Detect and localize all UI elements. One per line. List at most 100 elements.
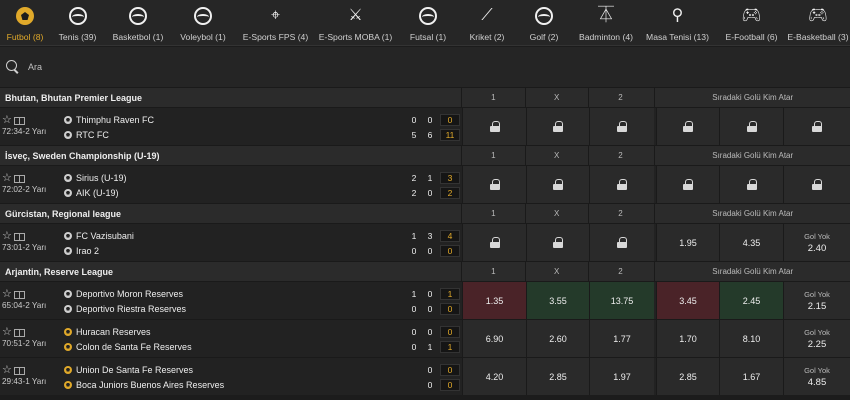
away-score-h2: 0 bbox=[427, 379, 433, 390]
odd-button[interactable]: 2.60 bbox=[526, 320, 589, 357]
odd-button[interactable]: 8.10 bbox=[719, 320, 783, 357]
away-score-h2: 0 bbox=[427, 303, 433, 314]
odd-button[interactable]: 1.35 bbox=[462, 282, 526, 319]
col-header-x: X bbox=[524, 262, 588, 281]
odd-button[interactable]: 2.85 bbox=[656, 358, 719, 395]
odd-value: 2.40 bbox=[807, 242, 827, 254]
away-team: RTC FC bbox=[64, 127, 154, 142]
match-row[interactable]: 73:01-2 YarıFC VazisubaniIrao 21340001.9… bbox=[0, 223, 850, 261]
stats-icon[interactable] bbox=[14, 117, 25, 125]
favorite-star-icon[interactable] bbox=[2, 173, 13, 184]
league-header: Bhutan, Bhutan Premier League 1 X 2 Sıradaki… bbox=[0, 87, 850, 107]
favorite-star-icon[interactable] bbox=[2, 231, 13, 242]
odd-button[interactable]: 6.90 bbox=[462, 320, 526, 357]
home-score-h2: 0 bbox=[427, 326, 433, 337]
odd-button[interactable]: 2.45 bbox=[719, 282, 783, 319]
match-row[interactable]: 72:02-2 Yarı Sirius (U-19) AIK (U-19) 213 20… bbox=[0, 165, 850, 203]
match-clock: 70:51-2 Yarı bbox=[2, 339, 47, 348]
sport-tab[interactable]: Basketbol (1) bbox=[105, 0, 171, 45]
home-score-h2: 0 bbox=[427, 288, 433, 299]
sport-tab[interactable]: Futbol (8) bbox=[0, 0, 50, 45]
sport-tab[interactable]: ⏄ Badminton (4) bbox=[575, 0, 637, 45]
odd-label: Gol Yok bbox=[804, 327, 830, 337]
home-score-total: 0 bbox=[440, 363, 460, 376]
home-team: Thimphu Raven FC bbox=[64, 112, 154, 127]
favorite-star-icon[interactable] bbox=[2, 289, 13, 300]
sport-tab[interactable]: ⚔ E-Sports MOBA (1) bbox=[316, 0, 395, 45]
sport-tab[interactable]: ⟋ Kriket (2) bbox=[461, 0, 513, 45]
league-name[interactable]: Arjantin, Reserve League bbox=[0, 262, 461, 281]
away-team-name: Irao 2 bbox=[76, 245, 100, 256]
stats-icon[interactable] bbox=[14, 291, 25, 299]
team-icon bbox=[64, 188, 72, 197]
odd-value: 2.15 bbox=[807, 300, 827, 312]
home-team: Union De Santa Fe Reserves bbox=[64, 362, 224, 377]
match-row[interactable]: 65:04-2 Yarı Deportivo Moron Reserves Depo… bbox=[0, 281, 850, 319]
col-header-1: 1 bbox=[460, 204, 525, 223]
odd-button[interactable]: 1.97 bbox=[589, 358, 654, 395]
odd-label: Gol Yok bbox=[804, 231, 830, 241]
match-time: 73:01 bbox=[2, 243, 23, 252]
odd-button[interactable]: 4.35 bbox=[719, 224, 783, 261]
odd-button[interactable]: 2.85 bbox=[526, 358, 589, 395]
lock-icon bbox=[553, 179, 563, 190]
home-team-name: Union De Santa Fe Reserves bbox=[76, 364, 194, 375]
odd-button[interactable]: 4.20 bbox=[462, 358, 526, 395]
lock-icon bbox=[746, 121, 757, 132]
team-icon bbox=[64, 173, 72, 182]
sport-tab[interactable]: ⌖ E-Sports FPS (4) bbox=[235, 0, 316, 45]
away-score-h1: 0 bbox=[411, 245, 417, 256]
sport-tab[interactable]: Tenis (39) bbox=[50, 0, 105, 45]
away-team-name: Deportivo Riestra Reserves bbox=[76, 303, 187, 314]
odd-button[interactable]: 1.67 bbox=[719, 358, 783, 395]
odd-button[interactable]: 1.95 bbox=[656, 224, 719, 261]
stats-icon[interactable] bbox=[14, 233, 25, 241]
odd-no-goal[interactable]: Gol Yok 2.15 bbox=[783, 282, 850, 319]
sport-tab[interactable]: 🎮︎ E-Football (6) bbox=[718, 0, 785, 45]
league-name[interactable]: İsveç, Sweden Championship (U-19) bbox=[0, 146, 461, 165]
favorite-star-icon[interactable] bbox=[2, 327, 13, 338]
match-row[interactable]: 70:51-2 Yarı Huracan Reserves Colon de San… bbox=[0, 319, 850, 357]
lock-icon bbox=[489, 179, 500, 190]
sport-tab[interactable]: ⚲ Masa Tenisi (13) bbox=[637, 0, 718, 45]
odd-button[interactable]: 1.70 bbox=[656, 320, 719, 357]
gamepad-icon: 🎮︎ bbox=[807, 7, 829, 24]
home-team: Huracan Reserves bbox=[64, 324, 192, 339]
odd-button[interactable]: 13.75 bbox=[589, 282, 654, 319]
sport-tab-label: Tenis (39) bbox=[58, 32, 97, 42]
scoreboard: 134000 bbox=[406, 228, 462, 258]
odd-button[interactable]: 1.77 bbox=[589, 320, 654, 357]
odd-button[interactable]: 3.55 bbox=[526, 282, 589, 319]
odd-no-goal[interactable]: Gol Yok 2.40 bbox=[783, 224, 850, 261]
away-team: AIK (U-19) bbox=[64, 185, 127, 200]
crossed-swords-icon: ⚔ bbox=[348, 7, 363, 24]
match-time: 29:43 bbox=[2, 377, 23, 386]
odd-value: 4.85 bbox=[807, 376, 827, 388]
col-header-next-scorer: Sıradaki Golü Kim Atar bbox=[654, 204, 850, 223]
sport-tab[interactable]: Voleybol (1) bbox=[171, 0, 235, 45]
stats-icon[interactable] bbox=[14, 367, 25, 375]
match-row[interactable]: 29:43-1 Yarı Union De Santa Fe Reserves Bo… bbox=[0, 357, 850, 395]
gamepad-icon: 🎮︎ bbox=[741, 7, 762, 24]
league-name[interactable]: Gürcistan, Regional league bbox=[0, 204, 461, 223]
odd-label: Gol Yok bbox=[804, 365, 830, 375]
lock-icon bbox=[683, 179, 693, 190]
sport-tab[interactable]: 🎮︎ E-Basketball (3) bbox=[785, 0, 850, 45]
search-input[interactable] bbox=[28, 62, 328, 72]
match-info: 65:04-2 Yarı Deportivo Moron Reserves Depo… bbox=[0, 282, 462, 319]
match-time: 65:04 bbox=[2, 301, 23, 310]
odd-locked bbox=[589, 166, 654, 203]
stats-icon[interactable] bbox=[14, 175, 25, 183]
favorite-star-icon[interactable] bbox=[2, 365, 13, 376]
match-row[interactable]: 72:34-2 YarıThimphu Raven FCRTC FC000561… bbox=[0, 107, 850, 145]
stats-icon[interactable] bbox=[14, 329, 25, 337]
odd-no-goal[interactable]: Gol Yok 2.25 bbox=[783, 320, 850, 357]
sport-tab[interactable]: Golf (2) bbox=[513, 0, 575, 45]
home-team-name: Deportivo Moron Reserves bbox=[76, 288, 184, 299]
sport-tab[interactable]: Futsal (1) bbox=[395, 0, 461, 45]
favorite-star-icon[interactable] bbox=[2, 115, 13, 126]
league-name[interactable]: Bhutan, Bhutan Premier League bbox=[0, 88, 461, 107]
odd-no-goal[interactable]: Gol Yok 4.85 bbox=[783, 358, 850, 395]
odd-button[interactable]: 3.45 bbox=[656, 282, 719, 319]
match-clock: 72:34-2 Yarı bbox=[2, 127, 47, 136]
